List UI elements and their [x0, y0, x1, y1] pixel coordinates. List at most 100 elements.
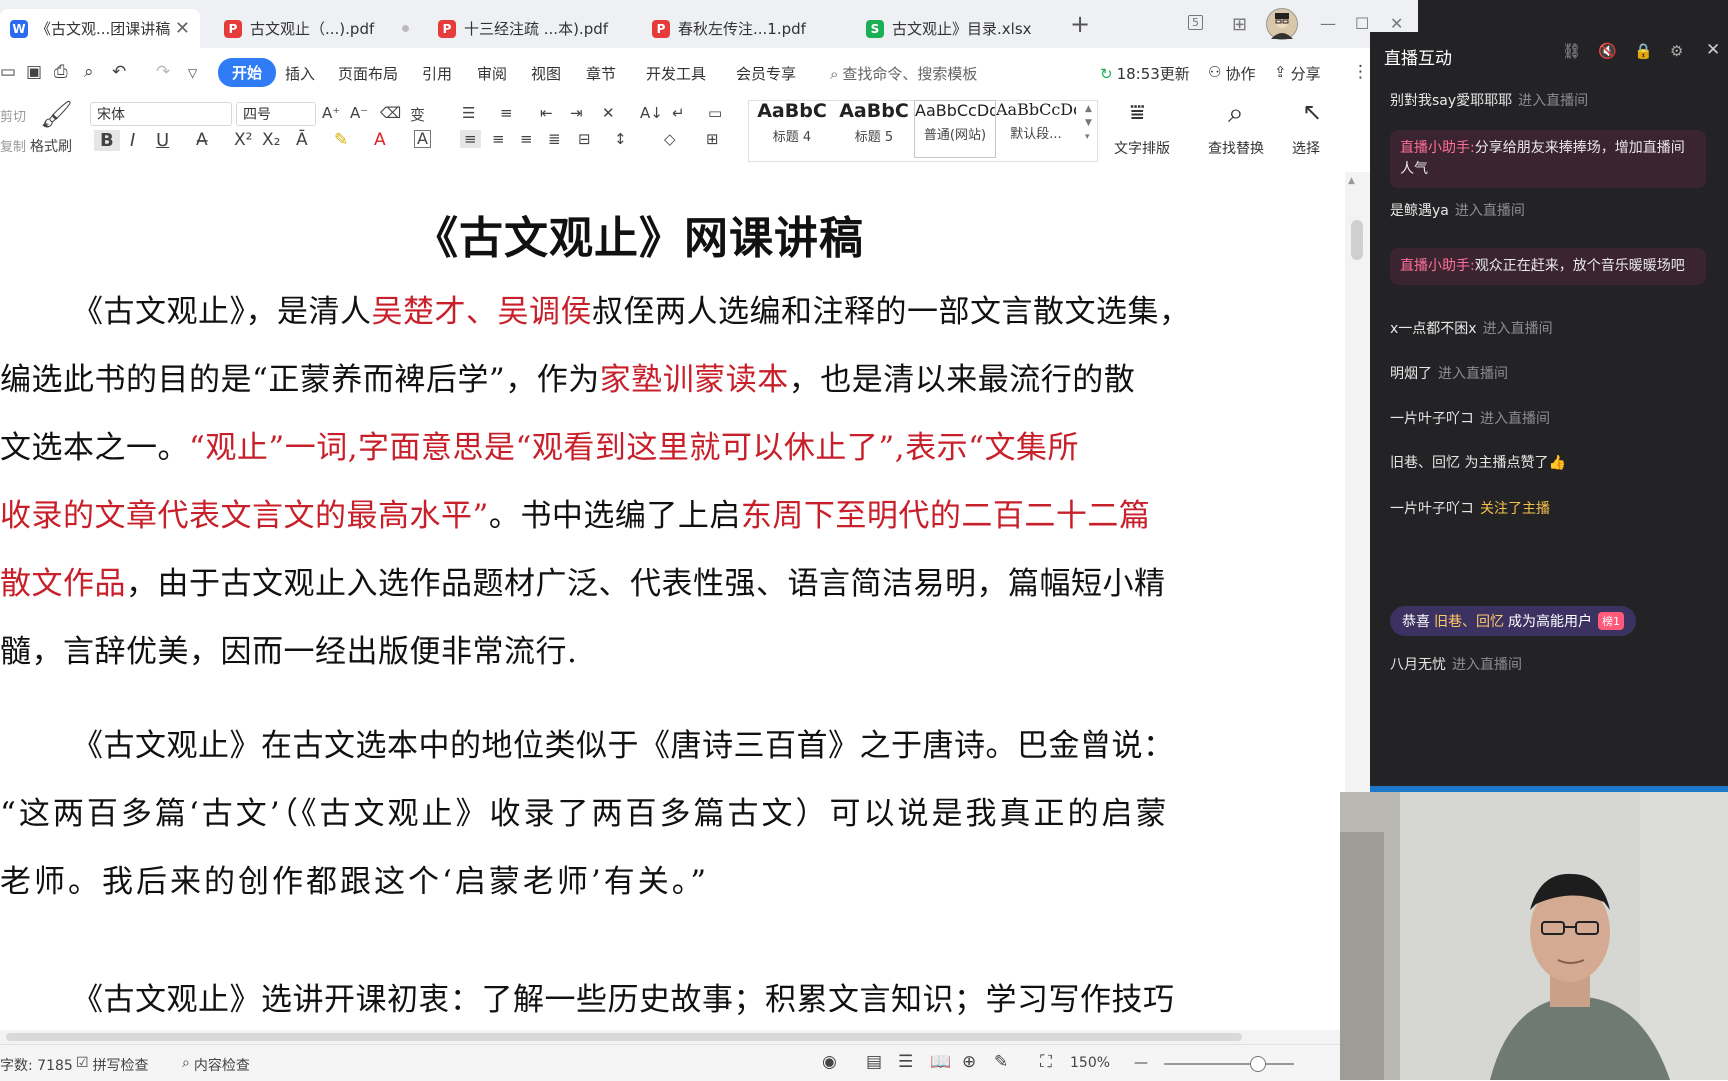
chat-user[interactable]: x一点都不困x [1390, 321, 1477, 337]
save-icon[interactable]: ▣ [26, 62, 42, 82]
command-search[interactable]: ⌕ 查找命令、搜索模板 [830, 63, 977, 84]
chat-user[interactable]: 一片叶子吖コ [1390, 501, 1474, 517]
chat-user[interactable]: 是鲸遇ya [1390, 203, 1449, 219]
zoom-level[interactable]: 150% [1070, 1055, 1110, 1071]
text-layout-icon[interactable]: ⩸ [1130, 98, 1145, 126]
word-count[interactable]: 字数: 7185 [0, 1055, 73, 1075]
tab-1[interactable]: W 《古文观...团课讲稿 ✕ [0, 9, 200, 48]
undo-icon[interactable]: ↶ [112, 62, 126, 82]
style-1[interactable]: AaBbC 标题 4 [752, 100, 832, 156]
zoom-slider-handle[interactable] [1250, 1056, 1266, 1072]
find-replace-button[interactable]: 查找替换 [1208, 138, 1264, 158]
read-view-icon[interactable]: 📖 [930, 1052, 951, 1072]
lock-icon[interactable]: 🔒 [1634, 42, 1653, 60]
avatar[interactable] [1266, 8, 1298, 40]
scroll-up-icon[interactable]: ▲ [1348, 176, 1355, 186]
tab-5[interactable]: S 古文观止》目录.xlsx [856, 9, 1056, 48]
outline-view-icon[interactable]: ☰ [898, 1052, 913, 1072]
search-input[interactable]: 查找命令、搜索模板 [842, 63, 977, 84]
spell-check-button[interactable]: ☑ 拼写检查 [76, 1055, 149, 1075]
find-replace-icon[interactable]: ⌕ [1228, 96, 1244, 130]
bold-button[interactable]: B [94, 130, 120, 151]
menu-item-5[interactable]: 审阅 [477, 63, 507, 84]
web-view-icon[interactable]: ⊕ [962, 1052, 976, 1072]
close-window-icon[interactable]: ✕ [1390, 14, 1403, 33]
page-count-icon[interactable]: 5 [1188, 15, 1203, 30]
more-vertical-icon[interactable]: ⋮ [1352, 62, 1369, 82]
share-button[interactable]: ⇪ 分享 [1274, 63, 1321, 84]
print-icon[interactable]: ⎙ [54, 62, 68, 82]
menu-item-8[interactable]: 开发工具 [646, 63, 706, 84]
format-painter-icon[interactable]: 🖌 [40, 100, 73, 130]
decrease-indent-icon[interactable]: ⇤ [540, 104, 553, 122]
highlight-icon[interactable]: ✎ [334, 130, 348, 150]
close-tab-icon[interactable]: ✕ [175, 18, 190, 39]
show-marks-icon[interactable]: ↵ [672, 104, 685, 122]
fit-page-icon[interactable]: ⛶ [1040, 1052, 1052, 1072]
borders-icon[interactable]: ⊞ [706, 130, 719, 148]
chat-user[interactable]: 八月无忧 [1390, 657, 1446, 673]
chinese-layout-icon[interactable]: ✕ [602, 104, 615, 122]
align-center-button[interactable]: ≡ [492, 130, 505, 148]
menu-item-4[interactable]: 引用 [422, 63, 452, 84]
link-icon[interactable]: ⛓ [1562, 42, 1581, 60]
justify-button[interactable]: ≣ [548, 130, 561, 148]
char-border-icon[interactable]: A [414, 130, 431, 148]
shrink-font-icon[interactable]: A⁻ [350, 104, 368, 122]
tab-3[interactable]: P 十三经注疏 ...本).pdf [428, 9, 633, 48]
content-check-button[interactable]: ⌕ 内容检查 [182, 1055, 250, 1075]
bullet-list-icon[interactable]: ☰ [462, 104, 475, 122]
font-size-select[interactable]: 四号 [236, 102, 316, 126]
subscript-button[interactable]: X₂ [262, 130, 280, 150]
file-icon[interactable]: ▭ [0, 62, 16, 82]
menu-item-7[interactable]: 章节 [586, 63, 616, 84]
font-name-select[interactable]: 宋体 [90, 102, 232, 126]
chat-user[interactable]: 旧巷、回忆 为主播点赞了 [1390, 455, 1548, 471]
horizontal-scrollbar[interactable] [0, 1030, 1345, 1044]
chat-user[interactable]: 明烟了 [1390, 366, 1432, 382]
menu-item-1[interactable]: 开始 [218, 58, 277, 87]
mute-icon[interactable]: 🔇 [1598, 42, 1617, 60]
format-painter-button[interactable]: 格式刷 [30, 136, 72, 156]
phonetic-icon[interactable]: 变 [410, 104, 425, 125]
menu-item-6[interactable]: 视图 [531, 63, 561, 84]
redo-icon[interactable]: ↷ [156, 62, 170, 82]
select-button[interactable]: 选择 [1292, 138, 1320, 158]
minimize-icon[interactable]: — [1320, 14, 1336, 33]
shading-icon[interactable]: ◇ [664, 130, 676, 148]
menu-item-2[interactable]: 插入 [285, 63, 315, 84]
eye-protect-icon[interactable]: ◉ [822, 1052, 837, 1072]
new-tab-button[interactable]: + [1070, 10, 1090, 38]
chat-user[interactable]: 一片叶子吖コ [1390, 411, 1474, 427]
page-view-icon[interactable]: ▤ [866, 1052, 882, 1072]
align-right-button[interactable]: ≡ [520, 130, 533, 148]
menu-item-9[interactable]: 会员专享 [736, 63, 796, 84]
horizontal-scroll-thumb[interactable] [6, 1033, 1242, 1041]
line-spacing-icon[interactable]: ↕ [614, 130, 627, 148]
numbered-list-icon[interactable]: ≡ [500, 104, 513, 122]
close-panel-icon[interactable]: ✕ [1706, 40, 1720, 60]
style-4[interactable]: AaBbCcDd 默认段... [996, 100, 1076, 156]
clear-format-icon[interactable]: ⌫ [380, 104, 401, 122]
vertical-scroll-thumb[interactable] [1351, 220, 1363, 260]
style-3[interactable]: AaBbCcDd 普通(网站) [914, 100, 996, 158]
menu-item-3[interactable]: 页面布局 [338, 63, 398, 84]
tab-4[interactable]: P 春秋左传注...1.pdf [642, 9, 847, 48]
increase-indent-icon[interactable]: ⇥ [570, 104, 583, 122]
grow-font-icon[interactable]: A⁺ [322, 104, 340, 122]
underline-button[interactable]: U [156, 130, 169, 151]
align-left-button[interactable]: ≡ [460, 130, 481, 148]
document-page[interactable]: 《古文观止》网课讲稿 《古文观止》，是清人吴楚才、吴调侯叔侄两人选编和注释的一部… [0, 172, 1345, 1030]
sort-icon[interactable]: A↓ [640, 104, 663, 122]
italic-button[interactable]: I [130, 130, 135, 151]
chat-user[interactable]: 别對我say愛耶耶耶 [1390, 93, 1512, 109]
cut-button[interactable]: 剪切 [0, 106, 26, 125]
settings-gear-icon[interactable]: ⚙ [1670, 42, 1683, 60]
tab-2[interactable]: P 古文观止（...).pdf [214, 9, 419, 48]
write-view-icon[interactable]: ✎ [994, 1052, 1008, 1072]
grid-icon[interactable]: ⊞ [1232, 14, 1247, 35]
cloud-sync-status[interactable]: ↻ 18:53更新 [1100, 63, 1190, 84]
styles-scroll-icon[interactable]: ▲ ▼ ▾ [1085, 102, 1092, 144]
zoom-out-button[interactable]: — [1134, 1055, 1148, 1071]
copy-button[interactable]: 复制 [0, 136, 26, 155]
